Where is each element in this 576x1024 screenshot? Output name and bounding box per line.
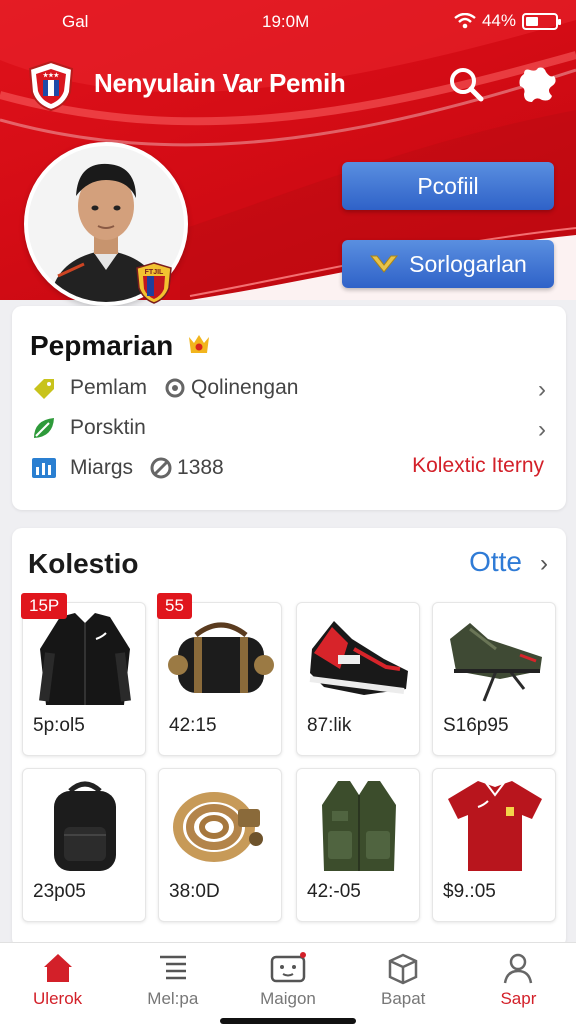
list-icon <box>159 955 186 980</box>
product-price: 38:0D <box>169 881 220 902</box>
product-price: 23p05 <box>33 881 86 902</box>
clock: 19:0M <box>262 12 310 31</box>
home-icon <box>43 954 72 982</box>
product-price: 5p:ol5 <box>33 715 85 736</box>
profile-button[interactable]: Pcofiil <box>342 162 554 210</box>
crown-icon <box>188 335 209 353</box>
profile-name-text: Pepmarian <box>30 330 174 361</box>
vest-icon <box>322 781 396 871</box>
puzzle-icon[interactable] <box>516 64 558 104</box>
info-row-2-label: Porsktin <box>70 416 146 439</box>
info-row-3-label: Miargs <box>70 456 134 479</box>
tab-profile[interactable]: Sapr <box>461 943 576 1024</box>
green-shoe-icon <box>450 623 542 702</box>
crest-text: FTJIL <box>145 269 164 276</box>
crest-badge-icon: FTJIL <box>136 262 172 304</box>
bot-icon <box>270 952 306 983</box>
chevron-right-icon[interactable]: › <box>538 416 546 444</box>
tab-list-label: Mel:pa <box>147 989 199 1008</box>
backpack-icon <box>54 781 116 871</box>
product-card[interactable]: $9.:05 <box>432 768 556 922</box>
status-bar: Gal 19:0M 44% <box>0 0 576 44</box>
info-row-3-extra: 1388 <box>177 456 224 479</box>
tab-home[interactable]: Ulerok <box>0 943 115 1024</box>
profile-info-card: Pepmarian Pemlam Qolinengan › Porsktin › <box>12 306 566 510</box>
product-price: 42:-05 <box>307 881 361 902</box>
red-shirt-icon <box>448 781 542 871</box>
home-indicator <box>220 1018 356 1024</box>
product-card[interactable]: 55 42:15 <box>157 593 282 756</box>
product-card[interactable]: 87:lik <box>296 602 420 756</box>
chevron-right-icon[interactable]: › <box>540 550 548 578</box>
club-logo-icon: ★★★ <box>28 60 74 112</box>
chevron-right-icon[interactable]: › <box>538 376 546 404</box>
battery-icon <box>522 12 561 30</box>
top-bar: ★★★ Nenyulain Var Pemih <box>0 56 576 112</box>
tab-bot[interactable]: Maigon <box>230 943 345 1024</box>
product-card[interactable]: 42:-05 <box>296 768 420 922</box>
product-price: S16p95 <box>443 715 509 736</box>
red-shoe-icon <box>309 621 408 695</box>
collection-title: Kolestio <box>28 548 139 579</box>
gear-link-icon <box>161 374 189 402</box>
product-tag: 15P <box>21 593 68 619</box>
info-row-1[interactable]: Pemlam Qolinengan <box>30 374 298 402</box>
battery-fill <box>526 16 538 26</box>
collection-link[interactable]: Kolextic Iterny <box>412 454 544 478</box>
app-screen: Gal 19:0M 44% ★★★ Nenyulain Var Pemih Pc… <box>0 0 576 1024</box>
product-price: $9.:05 <box>443 881 496 902</box>
tag-icon <box>30 374 58 402</box>
collection-card: Kolestio Otte › 15P 5p:ol5 55 42:15 87:l… <box>12 528 566 948</box>
info-row-2[interactable]: Porsktin <box>30 414 146 442</box>
user-icon <box>504 953 533 984</box>
product-card[interactable]: 38:0D <box>158 768 282 922</box>
search-icon[interactable] <box>446 64 486 104</box>
bottom-nav: Ulerok Mel:pa Maigon Bapat Sapr <box>0 942 576 1024</box>
product-card[interactable]: 23p05 <box>22 768 146 922</box>
tab-profile-label: Sapr <box>500 989 537 1008</box>
product-price: 87:lik <box>307 715 352 736</box>
product-tag: 55 <box>157 593 192 619</box>
profile-name: Pepmarian <box>30 330 213 362</box>
tab-box-label: Bapat <box>380 989 426 1008</box>
no-entry-icon <box>147 454 175 482</box>
duffel-bag-icon <box>168 622 274 693</box>
battery-percent: 44% <box>481 11 516 30</box>
see-more-link[interactable]: Otte <box>469 546 522 578</box>
tab-bot-label: Maigon <box>260 989 316 1008</box>
info-row-1-extra: Qolinengan <box>191 376 299 399</box>
carrier-label: Gal <box>62 12 89 31</box>
chevron-badge-icon <box>370 255 399 273</box>
status-right: 44% <box>454 11 561 31</box>
box-icon <box>388 953 418 985</box>
rope-icon <box>173 792 263 862</box>
sort-button-label: Sorlogarlan <box>409 250 527 277</box>
app-title: Nenyulain Var Pemih <box>94 68 346 98</box>
tab-home-label: Ulerok <box>33 989 83 1008</box>
product-card[interactable]: S16p95 <box>432 602 556 756</box>
sort-button[interactable]: Sorlogarlan <box>342 240 554 288</box>
jacket-icon <box>39 613 131 705</box>
svg-text:★★★: ★★★ <box>43 72 60 79</box>
info-row-3[interactable]: Miargs 1388 <box>30 454 224 482</box>
leaf-icon <box>30 414 58 442</box>
tab-box[interactable]: Bapat <box>346 943 461 1024</box>
tab-list[interactable]: Mel:pa <box>115 943 230 1024</box>
product-price: 42:15 <box>169 715 217 736</box>
wifi-icon <box>454 13 476 29</box>
chart-icon <box>30 454 58 482</box>
product-card[interactable]: 15P 5p:ol5 <box>21 593 146 756</box>
info-row-1-label: Pemlam <box>70 376 148 399</box>
